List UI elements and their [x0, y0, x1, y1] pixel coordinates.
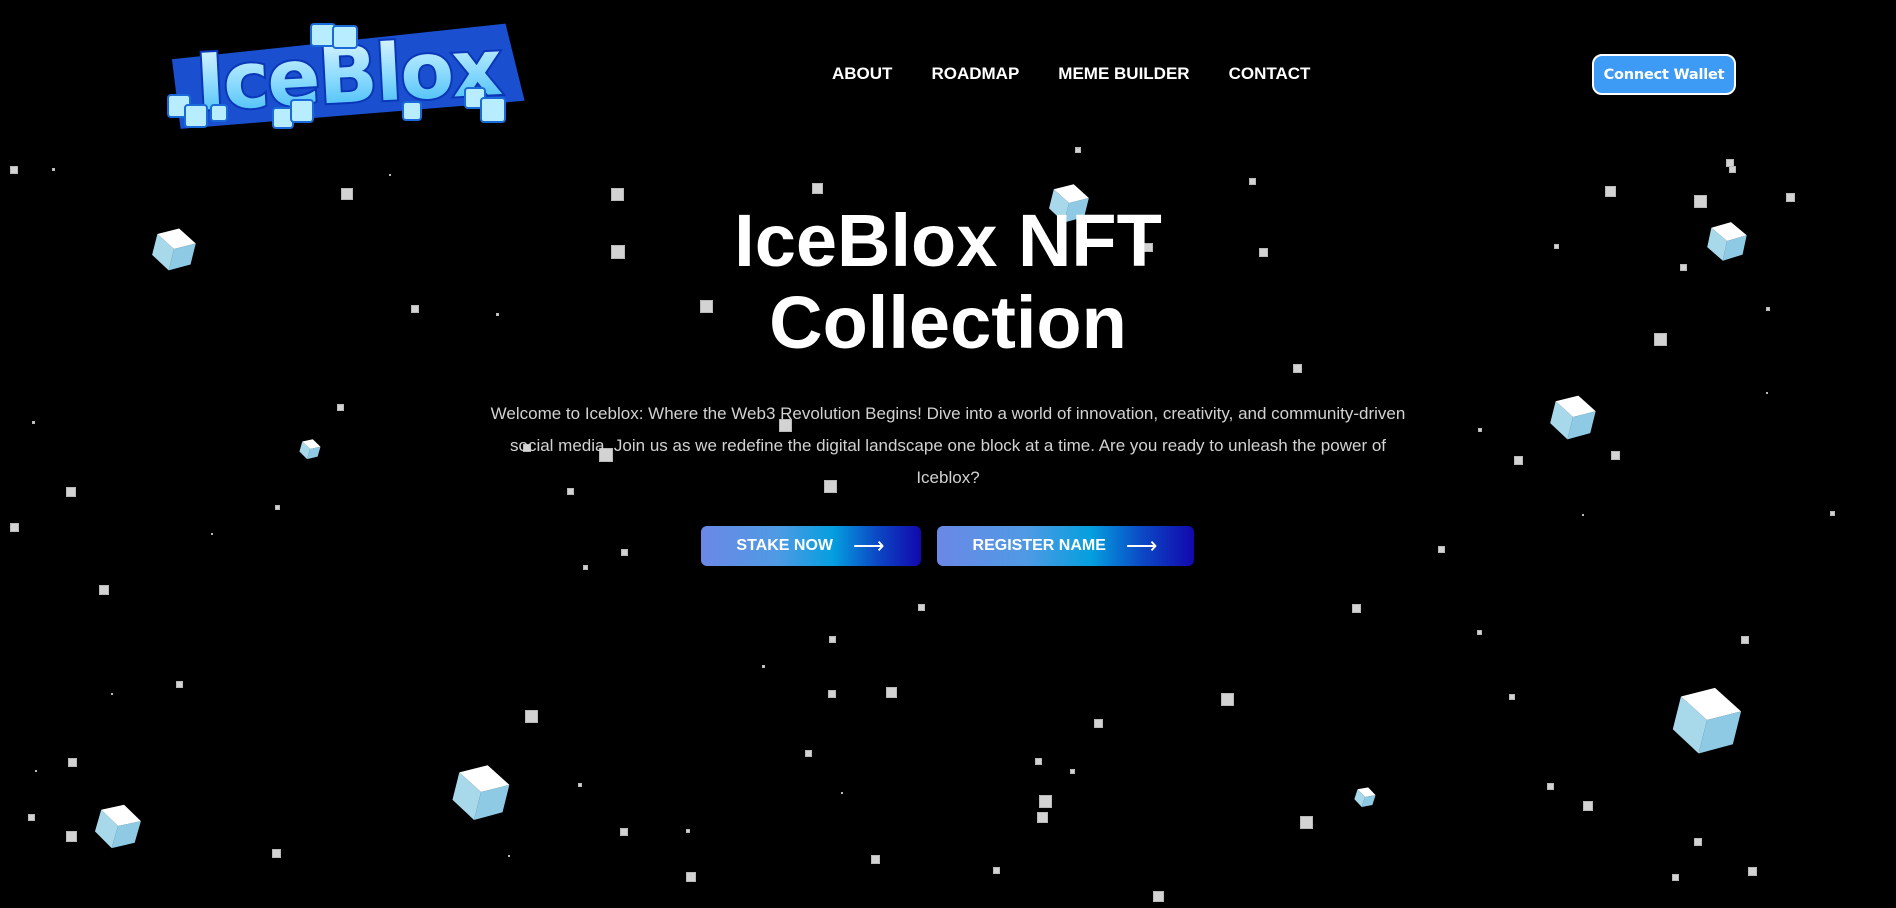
pixel-particle [885, 686, 897, 698]
hero-section: IceBlox NFT Collection Welcome to Iceblo… [0, 200, 1896, 566]
pixel-particle [1476, 629, 1482, 635]
pixel-particle [1694, 838, 1702, 846]
hero-description: Welcome to Iceblox: Where the Web3 Revol… [490, 404, 1406, 487]
pixel-particle [1036, 811, 1048, 823]
pixel-particle [1220, 692, 1234, 706]
pixel-particle [686, 829, 690, 833]
ice-cube-icon [1351, 783, 1379, 811]
pixel-particle [271, 848, 281, 858]
pixel-particle [686, 872, 696, 882]
pixel-particle [27, 813, 35, 821]
title-line-2: Collection [769, 281, 1127, 364]
ice-cube-icon [445, 756, 518, 829]
pixel-particle [175, 680, 183, 688]
pixel-particle [1509, 694, 1515, 700]
pixel-particle [51, 167, 55, 171]
ice-cube-icon [88, 796, 147, 855]
pixel-particle [1728, 165, 1736, 173]
pixel-particle [341, 188, 353, 200]
pixel-particle [1093, 718, 1103, 728]
stake-now-label: STAKE NOW [736, 537, 834, 554]
pixel-particle [1248, 177, 1256, 185]
pixel-particle [10, 166, 18, 174]
logo-icon: IceBlox [167, 21, 525, 130]
pixel-particle [508, 855, 510, 857]
pixel-particle [1583, 801, 1593, 811]
pixel-particle [610, 187, 624, 201]
pixel-particle [870, 854, 880, 864]
pixel-particle [1034, 757, 1042, 765]
register-name-label: REGISTER NAME [972, 537, 1106, 554]
pixel-particle [578, 783, 582, 787]
pixel-particle [1726, 159, 1734, 167]
pixel-particle [828, 690, 836, 698]
pixel-particle [1351, 603, 1361, 613]
connect-wallet-button[interactable]: Connect Wallet [1592, 54, 1736, 95]
ice-cube-icon [1663, 676, 1750, 763]
pixel-particle [1069, 768, 1075, 774]
arrow-right-icon: ⟶ [1125, 533, 1158, 558]
pixel-particle [1077, 147, 1079, 149]
pixel-particle [1741, 636, 1749, 644]
pixel-particle [35, 770, 37, 772]
pixel-particle [1671, 873, 1679, 881]
nav-contact[interactable]: CONTACT [1229, 64, 1311, 84]
pixel-particle [811, 182, 823, 194]
pixel-particle [389, 174, 391, 176]
pixel-particle [620, 828, 628, 836]
pixel-particle [1546, 782, 1554, 790]
pixel-particle [828, 635, 836, 643]
pixel-particle [111, 693, 113, 695]
pixel-particle [804, 749, 812, 757]
arrow-right-icon: ⟶ [853, 533, 885, 558]
iceblox-logo[interactable]: IceBlox [163, 20, 533, 130]
pixel-particle [1075, 147, 1081, 153]
pixel-particle [1152, 890, 1164, 902]
pixel-particle [67, 757, 77, 767]
pixel-particle [841, 792, 843, 794]
pixel-particle [992, 866, 1000, 874]
pixel-particle [1747, 866, 1757, 876]
register-name-button[interactable]: REGISTER NAME ⟶ [936, 526, 1194, 566]
nav-roadmap[interactable]: ROADMAP [931, 64, 1019, 84]
pixel-particle [1038, 794, 1052, 808]
nav-meme-builder[interactable]: MEME BUILDER [1058, 64, 1189, 84]
pixel-particle [761, 664, 765, 668]
site-header: IceBlox ABOUT ROADMAP MEME BUILDER CONTA… [0, 0, 1896, 140]
nav-about[interactable]: ABOUT [832, 64, 892, 84]
stake-now-button[interactable]: STAKE NOW ⟶ [700, 526, 921, 566]
page-title: IceBlox NFT Collection [668, 200, 1228, 364]
main-nav: ABOUT ROADMAP MEME BUILDER CONTACT [832, 64, 1310, 84]
title-line-1: IceBlox NFT [734, 199, 1162, 282]
pixel-particle [1604, 185, 1616, 197]
cta-group: STAKE NOW ⟶ REGISTER NAME ⟶ [0, 526, 1896, 566]
pixel-particle [99, 585, 109, 595]
pixel-particle [917, 603, 925, 611]
pixel-particle [1299, 815, 1313, 829]
pixel-particle [524, 709, 538, 723]
pixel-particle [65, 830, 77, 842]
